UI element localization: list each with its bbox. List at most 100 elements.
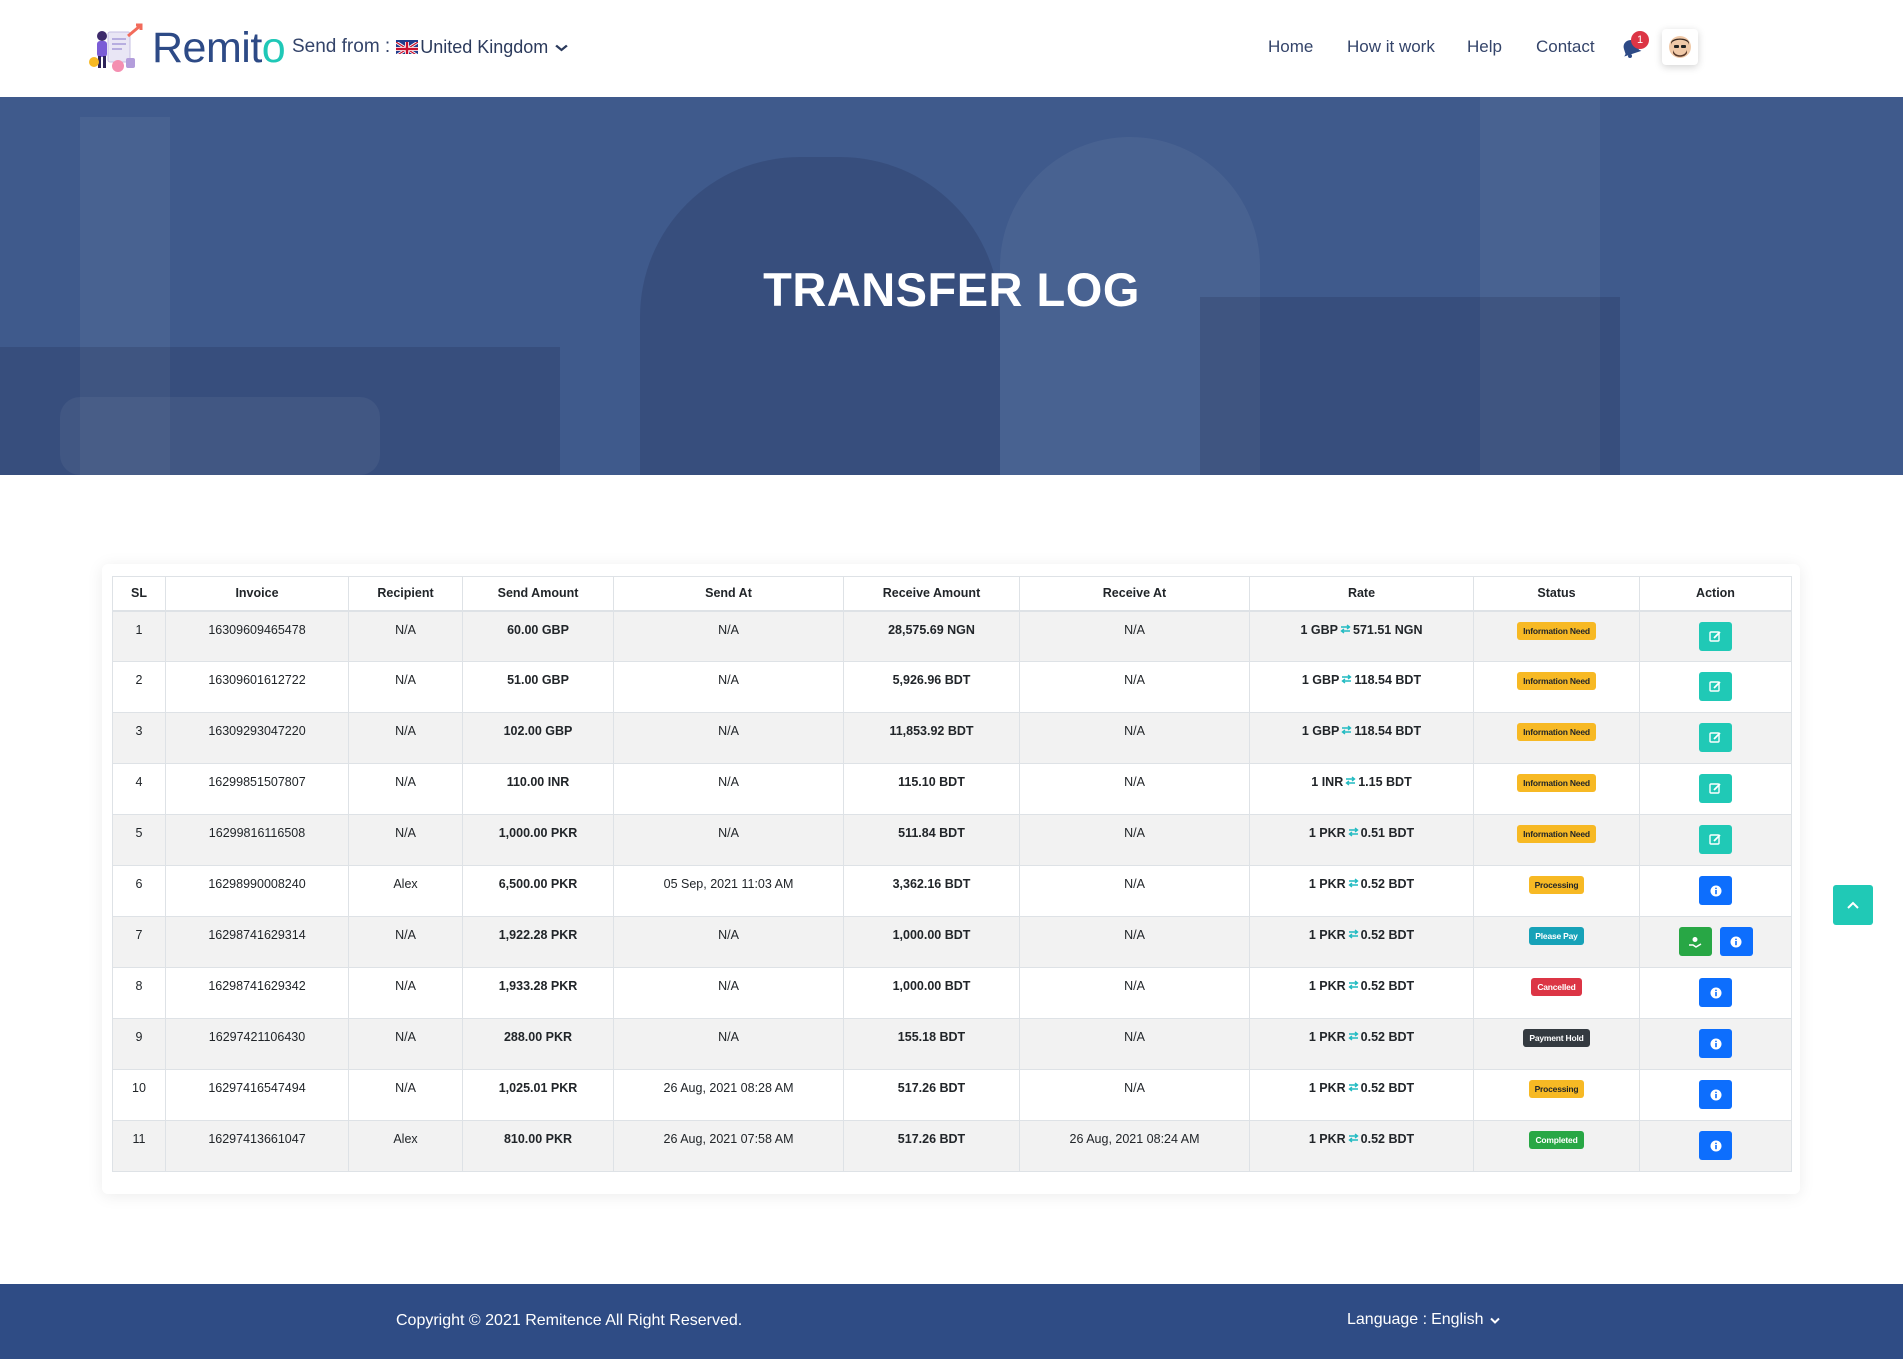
banner-bg-desk [1200,297,1620,475]
cell-send-at: N/A [613,1018,844,1070]
details-button[interactable] [1719,927,1753,956]
info-circle-icon [1710,885,1722,897]
details-button[interactable] [1699,1080,1732,1109]
edit-button[interactable] [1699,723,1732,752]
edit-icon [1709,630,1722,643]
chevron-up-icon [1847,901,1859,909]
rate-from: 1 PKR [1308,1132,1346,1146]
details-button[interactable] [1699,876,1732,905]
edit-button[interactable] [1699,672,1732,701]
cell-send-amount: 810.00 PKR [462,1120,614,1172]
action-group [1640,927,1791,956]
rate-to: 0.52 BDT [1360,1081,1415,1095]
column-header: Receive At [1019,576,1250,612]
rate-to: 0.52 BDT [1360,1132,1415,1146]
rate-from: 1 PKR [1308,928,1346,942]
cell-send-amount: 102.00 GBP [462,712,614,764]
cell-receive-at: N/A [1019,814,1250,866]
logo-illustration-icon [88,22,146,74]
cell-invoice: 16309601612722 [165,661,349,713]
exchange-arrows-icon [1348,877,1359,891]
exchange-arrows-icon [1341,724,1353,738]
edit-icon [1709,731,1722,744]
cell-rate: 1 PKR 0.52 BDT [1249,865,1474,917]
cell-receive-amount: 28,575.69 NGN [843,610,1020,662]
action-group [1640,825,1791,854]
cell-send-amount: 288.00 PKR [462,1018,614,1070]
pay-button[interactable] [1678,927,1712,956]
table-row: 5 16299816116508 N/A 1,000.00 PKR N/A 511.84 … [112,814,1792,866]
edit-button[interactable] [1699,825,1732,854]
language-value: English [1431,1311,1484,1328]
cell-send-amount: 6,500.00 PKR [462,865,614,917]
cell-invoice: 16298741629342 [165,967,349,1019]
rate-to: 0.52 BDT [1360,928,1415,942]
action-group [1640,621,1791,651]
cell-action [1639,1018,1792,1070]
details-button[interactable] [1699,1029,1732,1058]
cell-receive-amount: 3,362.16 BDT [843,865,1020,917]
cell-sl: 4 [112,763,166,815]
cell-receive-amount: 511.84 BDT [843,814,1020,866]
action-group [1640,774,1791,803]
cell-send-amount: 110.00 INR [462,763,614,815]
table-row: 3 16309293047220 N/A 102.00 GBP N/A 11,853.92… [112,712,1792,764]
cell-send-at: 05 Sep, 2021 11:03 AM [613,865,844,917]
edit-button[interactable] [1699,774,1732,803]
cell-rate: 1 GBP 118.54 BDT [1249,712,1474,764]
column-header: Rate [1249,576,1474,612]
nav-home[interactable]: Home [1268,37,1313,57]
banner-bg-cushion [60,397,380,475]
rate-to: 1.15 BDT [1358,775,1412,789]
cell-receive-amount: 1,000.00 BDT [843,916,1020,968]
cell-sl: 8 [112,967,166,1019]
edit-button[interactable] [1699,621,1732,651]
cell-rate: 1 PKR 0.52 BDT [1249,1120,1474,1172]
cell-status: Information Need [1473,814,1640,866]
table-row: 4 16299851507807 N/A 110.00 INR N/A 115.10 BD… [112,763,1792,815]
site-logo[interactable]: Remito [88,22,286,74]
details-button[interactable] [1699,978,1732,1007]
column-header: Send At [613,576,844,612]
rate-from: 1 PKR [1308,1081,1346,1095]
cell-status: Processing [1473,1069,1640,1121]
transfer-log-table: SL Invoice Recipient Send Amount Send At… [112,576,1792,1172]
rate-from: 1 GBP [1301,724,1340,738]
cell-receive-at: N/A [1019,763,1250,815]
status-badge: Information Need [1517,621,1596,640]
table-row: 1 16309609465478 N/A 60.00 GBP N/A 28,575.69 … [112,610,1792,662]
table-row: 8 16298741629342 N/A 1,933.28 PKR N/A 1,000.0… [112,967,1792,1019]
cell-recipient: N/A [348,1018,463,1070]
status-badge: Information Need [1517,672,1596,690]
details-button[interactable] [1699,1131,1732,1160]
cell-action [1639,763,1792,815]
page-title: TRANSFER LOG [763,263,1140,316]
cell-sl: 7 [112,916,166,968]
nav-how-it-work[interactable]: How it work [1347,37,1435,57]
edit-icon [1709,782,1722,795]
rate-to: 118.54 BDT [1354,724,1422,738]
logo-text-accent: o [261,23,286,72]
cell-rate: 1 PKR 0.52 BDT [1249,1018,1474,1070]
nav-contact[interactable]: Contact [1536,37,1595,57]
exchange-arrows-icon [1340,623,1351,637]
cell-recipient: N/A [348,967,463,1019]
status-badge: Completed [1529,1131,1584,1149]
user-avatar-button[interactable] [1662,29,1698,65]
language-selector[interactable]: Language : English [1347,1311,1500,1329]
cell-status: Information Need [1473,763,1640,815]
nav-help[interactable]: Help [1467,37,1502,57]
cell-sl: 11 [112,1120,166,1172]
cell-invoice: 16297413661047 [165,1120,349,1172]
cell-receive-at: N/A [1019,661,1250,713]
edit-icon [1709,680,1722,693]
rate-from: 1 GBP [1300,622,1339,637]
cell-send-at: N/A [613,916,844,968]
cell-status: Information Need [1473,712,1640,764]
cell-receive-at: N/A [1019,610,1250,662]
send-from-selector[interactable]: Send from : United Kingdom [292,36,569,58]
scroll-to-top-button[interactable] [1833,885,1873,925]
action-group [1640,672,1791,701]
cell-receive-amount: 5,926.96 BDT [843,661,1020,713]
cell-send-at: N/A [613,661,844,713]
